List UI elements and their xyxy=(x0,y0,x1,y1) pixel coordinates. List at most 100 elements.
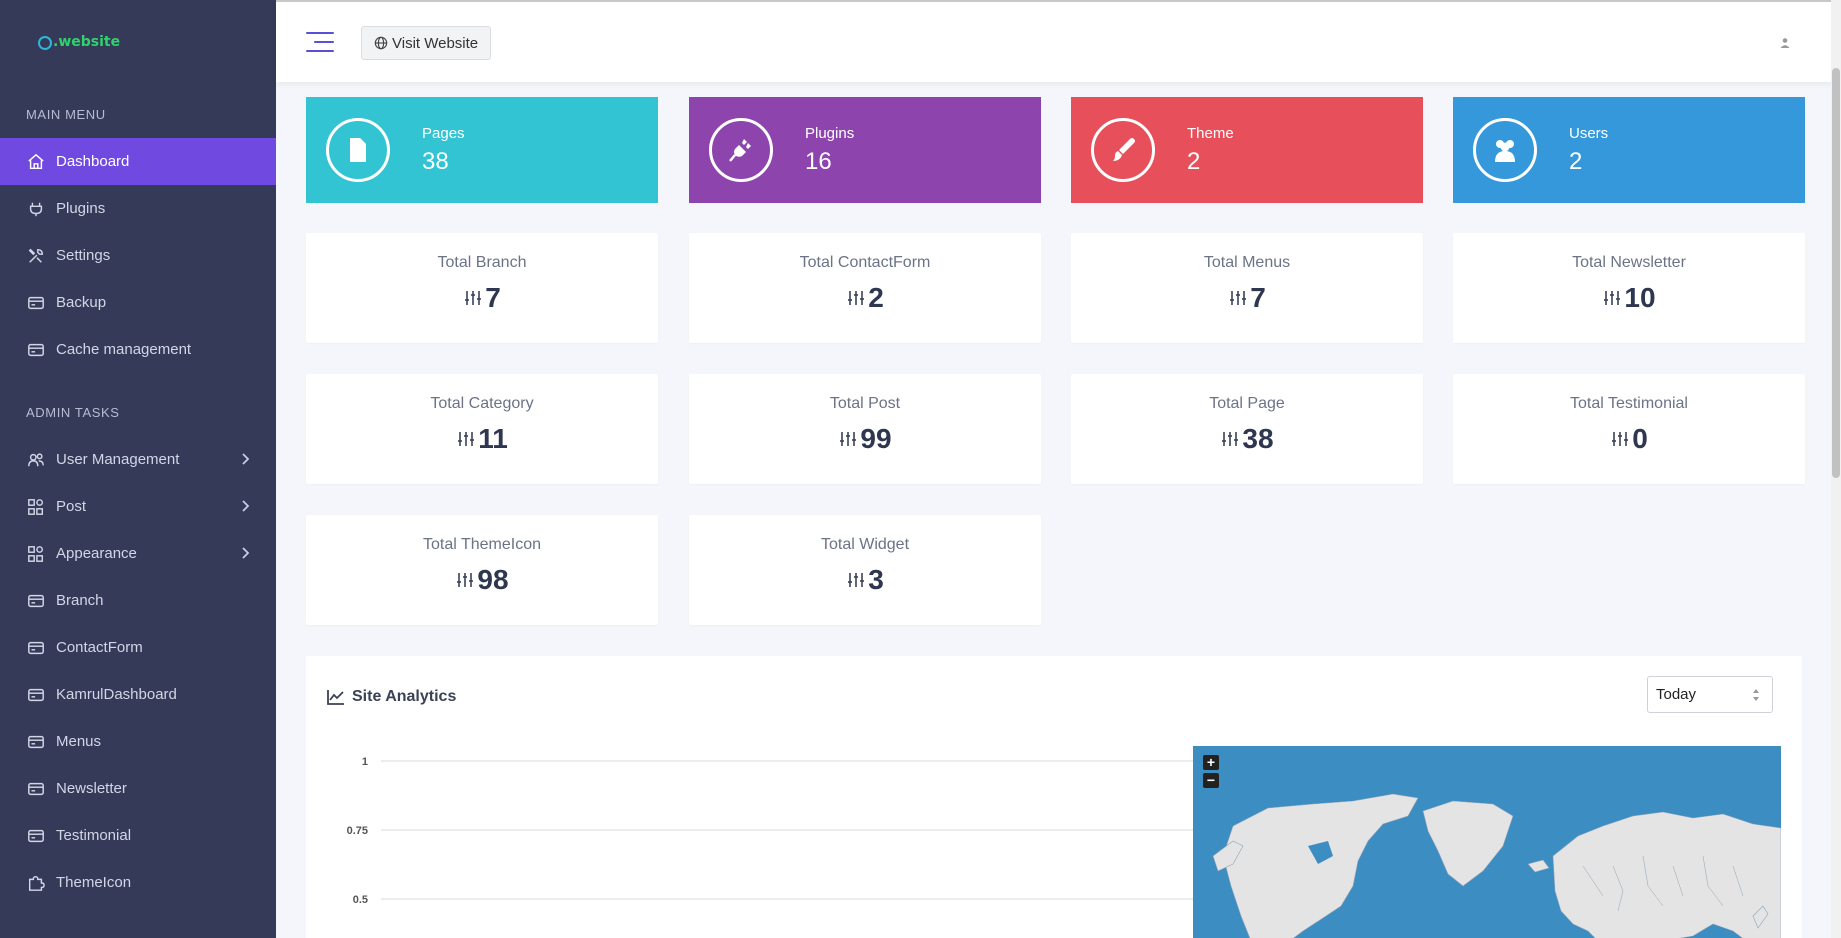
sidebar-item-label: Plugins xyxy=(56,200,106,217)
home-icon xyxy=(26,152,46,172)
scrollbar-thumb[interactable] xyxy=(1832,68,1840,478)
brush-icon xyxy=(1091,118,1155,182)
stat-card-pages[interactable]: Pages 38 xyxy=(306,97,658,203)
total-card-total-menus[interactable]: Total Menus 7 xyxy=(1071,233,1423,343)
total-card-total-newsletter[interactable]: Total Newsletter 10 xyxy=(1453,233,1805,343)
sidebar-item-label: Cache management xyxy=(56,341,192,358)
visit-website-button[interactable]: Visit Website xyxy=(361,26,492,60)
sliders-icon xyxy=(848,573,865,587)
sidebar-item-branch[interactable]: Branch xyxy=(0,577,276,624)
grid-icon xyxy=(26,497,46,517)
globe-icon xyxy=(374,36,388,50)
menu-toggle-icon[interactable] xyxy=(306,32,334,54)
users-icon xyxy=(1473,118,1537,182)
line-chart-icon xyxy=(327,690,344,705)
stat-card-users[interactable]: Users 2 xyxy=(1453,97,1805,203)
grid-icon xyxy=(26,544,46,564)
total-card-total-testimonial[interactable]: Total Testimonial 0 xyxy=(1453,374,1805,484)
card-icon xyxy=(26,779,46,799)
sidebar-item-appearance[interactable]: Appearance xyxy=(0,530,276,577)
total-label: Total Category xyxy=(430,395,534,412)
plug-icon xyxy=(26,199,46,219)
puzzle-icon xyxy=(26,873,46,893)
date-range-select[interactable]: Today xyxy=(1647,676,1773,713)
map-zoom-in-button[interactable]: + xyxy=(1203,755,1219,770)
sliders-icon xyxy=(1604,291,1621,305)
user-avatar-icon[interactable] xyxy=(1779,36,1791,48)
admin-tasks-label: ADMIN TASKS xyxy=(26,405,120,420)
sliders-icon xyxy=(840,432,857,446)
card-icon xyxy=(26,340,46,360)
site-analytics-panel: Site Analytics Today 1 0.75 0.5 + − xyxy=(306,656,1802,938)
site-analytics-title: Site Analytics xyxy=(326,688,456,706)
total-label: Total Branch xyxy=(437,254,527,271)
sidebar-item-contactform[interactable]: ContactForm xyxy=(0,624,276,671)
total-label: Total Page xyxy=(1209,395,1285,412)
stat-label: Pages xyxy=(422,124,465,142)
sidebar-item-newsletter[interactable]: Newsletter xyxy=(0,765,276,812)
plug-icon xyxy=(709,118,773,182)
total-value: 99 xyxy=(860,423,892,454)
total-card-total-page[interactable]: Total Page 38 xyxy=(1071,374,1423,484)
card-icon xyxy=(26,685,46,705)
brand-logo[interactable]: .website xyxy=(0,0,276,83)
sidebar-item-settings[interactable]: Settings xyxy=(0,232,276,279)
total-card-total-themeicon[interactable]: Total ThemeIcon 98 xyxy=(306,515,658,625)
total-value: 38 xyxy=(1242,423,1274,454)
sidebar-item-label: User Management xyxy=(56,451,180,468)
total-card-total-category[interactable]: Total Category 11 xyxy=(306,374,658,484)
y-tick-label: 0.75 xyxy=(347,825,368,837)
stat-value: 2 xyxy=(1187,147,1201,175)
sidebar-item-themeicon[interactable]: ThemeIcon xyxy=(0,859,276,906)
total-card-total-widget[interactable]: Total Widget 3 xyxy=(689,515,1041,625)
sidebar-item-label: Settings xyxy=(56,247,111,264)
sidebar-item-label: Menus xyxy=(56,733,102,750)
sidebar-item-user-management[interactable]: User Management xyxy=(0,436,276,483)
sidebar-item-label: Post xyxy=(56,498,87,515)
sidebar-item-kamruldashboard[interactable]: KamrulDashboard xyxy=(0,671,276,718)
sliders-icon xyxy=(1222,432,1239,446)
page-scrollbar[interactable] xyxy=(1831,0,1841,938)
total-label: Total Newsletter xyxy=(1572,254,1686,271)
total-value: 2 xyxy=(868,282,884,313)
total-value: 11 xyxy=(478,423,508,454)
total-card-total-branch[interactable]: Total Branch 7 xyxy=(306,233,658,343)
sidebar-item-label: ThemeIcon xyxy=(56,874,132,891)
total-card-total-post[interactable]: Total Post 99 xyxy=(689,374,1041,484)
total-value: 3 xyxy=(868,564,884,595)
card-icon xyxy=(26,732,46,752)
sliders-icon xyxy=(458,432,475,446)
main-menu-label: MAIN MENU xyxy=(26,107,106,122)
chevron-right-icon xyxy=(238,499,252,513)
sliders-icon xyxy=(1612,432,1629,446)
sidebar-item-dashboard[interactable]: Dashboard xyxy=(0,138,276,185)
total-card-total-contactform[interactable]: Total ContactForm 2 xyxy=(689,233,1041,343)
sidebar-item-plugins[interactable]: Plugins xyxy=(0,185,276,232)
stat-value: 38 xyxy=(422,147,449,175)
y-tick-label: 1 xyxy=(362,756,368,768)
total-label: Total ContactForm xyxy=(799,254,931,271)
chevron-right-icon xyxy=(238,546,252,560)
sidebar-item-cache-management[interactable]: Cache management xyxy=(0,326,276,373)
total-value: 7 xyxy=(1250,282,1266,313)
sidebar-item-label: Newsletter xyxy=(56,780,127,797)
sliders-icon xyxy=(848,291,865,305)
sidebar: .website MAIN MENU Dashboard Plugins Setti… xyxy=(0,0,276,938)
logo-icon xyxy=(38,35,52,50)
map-zoom-out-button[interactable]: − xyxy=(1203,773,1219,788)
stat-label: Users xyxy=(1569,124,1609,142)
sidebar-item-testimonial[interactable]: Testimonial xyxy=(0,812,276,859)
sidebar-item-backup[interactable]: Backup xyxy=(0,279,276,326)
sidebar-item-post[interactable]: Post xyxy=(0,483,276,530)
stat-value: 16 xyxy=(805,147,832,175)
total-value: 0 xyxy=(1632,423,1648,454)
total-value: 98 xyxy=(477,564,509,595)
sidebar-item-menus[interactable]: Menus xyxy=(0,718,276,765)
total-label: Total Menus xyxy=(1203,254,1291,271)
stat-label: Plugins xyxy=(805,124,855,142)
stat-value: 2 xyxy=(1569,147,1583,175)
sort-icon xyxy=(1753,689,1759,701)
stat-card-plugins[interactable]: Plugins 16 xyxy=(689,97,1041,203)
stat-card-theme[interactable]: Theme 2 xyxy=(1071,97,1423,203)
world-map[interactable]: + − xyxy=(1193,746,1781,938)
